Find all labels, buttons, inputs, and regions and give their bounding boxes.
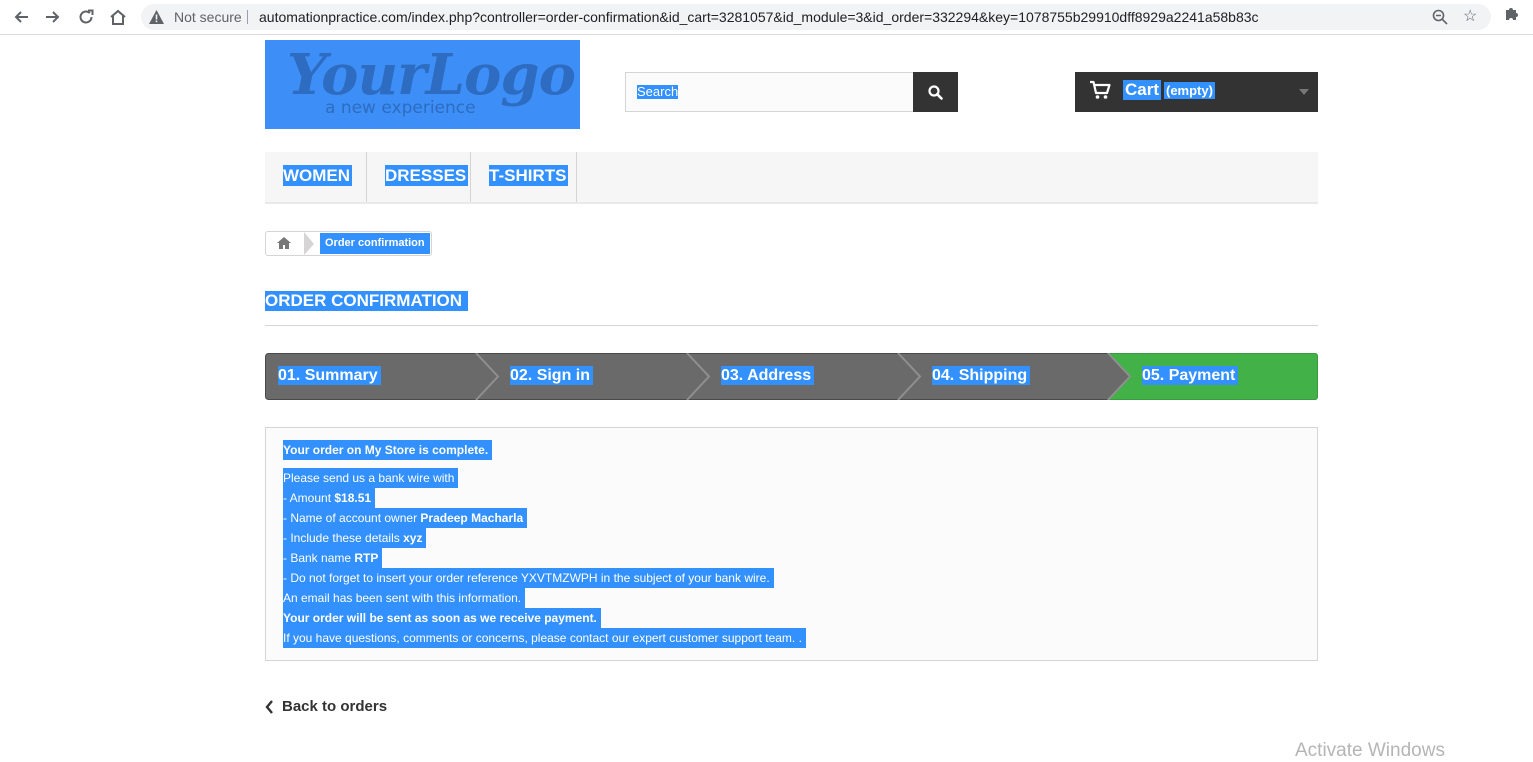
forward-arrow-icon[interactable] — [41, 5, 65, 29]
chevron-down-icon — [1299, 89, 1309, 95]
bank-label: - Bank name — [283, 551, 352, 565]
menu-item-t-shirts[interactable]: T-SHIRTS — [471, 152, 577, 202]
url-text[interactable]: automationpractice.com/index.php?control… — [259, 4, 1259, 30]
back-to-orders-label: Back to orders — [282, 698, 388, 715]
search-input[interactable]: Search — [625, 72, 914, 112]
warning-icon — [149, 10, 164, 24]
search-placeholder: Search — [637, 84, 679, 99]
zoom-icon[interactable] — [1432, 9, 1448, 25]
details-value: xyz — [403, 531, 423, 545]
browser-toolbar: Not secure automationpractice.com/index.… — [0, 0, 1533, 35]
breadcrumb: Order confirmation — [265, 231, 432, 256]
breadcrumb-separator — [304, 232, 314, 255]
email-sent-line: An email has been sent with this informa… — [283, 588, 526, 608]
cart-label: Cart — [1123, 80, 1162, 100]
amount-label: - Amount — [283, 491, 332, 505]
store-logo[interactable]: YourLogo a new experience — [265, 40, 580, 129]
amount-line: - Amount $18.51 — [283, 488, 376, 508]
step-summary[interactable]: 01. Summary — [278, 366, 381, 385]
menu-item-label: T-SHIRTS — [489, 165, 569, 186]
bank-value: RTP — [354, 551, 379, 565]
cart-button[interactable]: Cart (empty) — [1075, 72, 1318, 112]
home-icon — [277, 237, 291, 249]
details-label: - Include these details — [283, 531, 400, 545]
step-address[interactable]: 03. Address — [721, 366, 815, 385]
shopping-cart-icon — [1090, 80, 1111, 99]
address-bar[interactable]: Not secure automationpractice.com/index.… — [141, 4, 1491, 30]
owner-label: - Name of account owner — [283, 511, 418, 525]
chevron-left-icon — [265, 700, 273, 714]
reload-icon[interactable] — [74, 5, 98, 29]
page-title: ORDER CONFIRMATION — [265, 291, 469, 311]
breadcrumb-current: Order confirmation — [320, 233, 430, 254]
search-icon — [928, 84, 943, 100]
top-menu: WOMEN DRESSES T-SHIRTS — [265, 152, 1318, 204]
search-button[interactable] — [913, 72, 958, 112]
breadcrumb-home[interactable] — [266, 232, 304, 255]
back-arrow-icon[interactable] — [9, 5, 33, 29]
step-sign-in[interactable]: 02. Sign in — [510, 366, 594, 385]
menu-item-dresses[interactable]: DRESSES — [367, 152, 471, 202]
shipping-notice: Your order will be sent as soon as we re… — [283, 608, 601, 628]
menu-item-label: WOMEN — [283, 165, 353, 186]
step-payment: 05. Payment — [1142, 366, 1239, 385]
order-steps: 01. Summary 02. Sign in 03. Address 04. … — [265, 353, 1318, 400]
amount-value: $18.51 — [334, 491, 372, 505]
windows-activation-watermark: Activate Windows — [1295, 740, 1445, 761]
support-line: If you have questions, comments or conce… — [283, 628, 806, 648]
menu-item-label: DRESSES — [385, 165, 469, 186]
menu-item-women[interactable]: WOMEN — [265, 152, 367, 202]
owner-value: Pradeep Macharla — [420, 511, 524, 525]
omnibox-divider — [247, 10, 248, 24]
details-line: - Include these details xyz — [283, 528, 427, 548]
cart-count: (empty) — [1164, 82, 1215, 99]
owner-line: - Name of account owner Pradeep Macharla — [283, 508, 528, 528]
order-complete-text: Your order on My Store is complete. — [283, 440, 493, 460]
bank-line: - Bank name RTP — [283, 548, 383, 568]
security-status[interactable]: Not secure — [174, 4, 242, 30]
order-confirmation-box: Your order on My Store is complete. Plea… — [265, 427, 1318, 661]
title-divider — [265, 325, 1318, 326]
logo-tagline: a new experience — [325, 98, 476, 118]
home-icon[interactable] — [106, 5, 130, 29]
extensions-puzzle-icon[interactable] — [1503, 5, 1521, 23]
order-reference-line: - Do not forget to insert your order ref… — [283, 568, 774, 588]
step-shipping[interactable]: 04. Shipping — [932, 366, 1031, 385]
bank-wire-intro: Please send us a bank wire with — [283, 468, 459, 488]
bookmark-star-icon[interactable]: ☆ — [1463, 7, 1477, 27]
